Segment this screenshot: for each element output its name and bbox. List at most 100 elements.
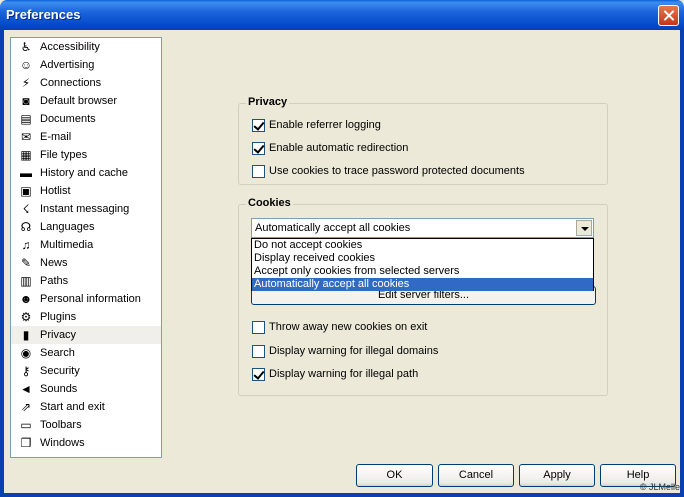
- copyright-text: © JLMelle: [639, 482, 680, 492]
- sidebar-item-e-mail[interactable]: ✉ E-mail: [11, 128, 161, 146]
- cookie-policy-value: Automatically accept all cookies: [255, 222, 411, 234]
- dropdown-option[interactable]: Accept only cookies from selected server…: [252, 265, 593, 278]
- cookies-group-title: Cookies: [246, 197, 293, 209]
- sidebar-item-label: Paths: [40, 275, 69, 287]
- apply-button[interactable]: Apply: [519, 464, 595, 487]
- cookie-policy-select[interactable]: Automatically accept all cookies: [251, 218, 594, 238]
- sidebar-item-hotlist[interactable]: ▣ Hotlist: [11, 182, 161, 200]
- sidebar-item-windows[interactable]: ❐ Windows: [11, 434, 161, 452]
- illegal-path-checkbox[interactable]: [252, 368, 265, 381]
- dropdown-option[interactable]: Do not accept cookies: [252, 239, 593, 252]
- languages-icon: ☊: [20, 220, 32, 234]
- sidebar-item-label: History and cache: [40, 167, 129, 179]
- file-types-icon: ▦: [20, 148, 32, 162]
- sidebar-item-label: File types: [40, 149, 88, 161]
- sidebar-item-news[interactable]: ✎ News: [11, 254, 161, 272]
- plug-icon: ⚡: [21, 76, 31, 90]
- sidebar-item-label: News: [40, 257, 68, 269]
- sidebar-item-label: Personal information: [40, 293, 141, 305]
- sidebar-item-history-and-cache[interactable]: ▬ History and cache: [11, 164, 161, 182]
- cookie-policy-dropdown[interactable]: Do not accept cookies Display received co…: [251, 238, 594, 291]
- accessibility-icon: ♿: [20, 40, 32, 54]
- speaker-icon: ◄: [20, 382, 32, 396]
- person-icon: ☻: [19, 292, 33, 306]
- news-icon: ✎: [20, 256, 32, 270]
- key-icon: ⚷: [21, 364, 31, 378]
- window-frame-left: [0, 30, 4, 497]
- window-title: Preferences: [6, 7, 81, 22]
- close-icon[interactable]: [658, 5, 679, 26]
- window-frame-right: [680, 30, 684, 497]
- plugins-icon: ⚙: [20, 310, 32, 324]
- windows-icon: ❐: [20, 436, 32, 450]
- history-icon: ▬: [20, 166, 32, 180]
- search-icon: ◉: [20, 346, 32, 360]
- sidebar-item-default-browser[interactable]: ◙ Default browser: [11, 92, 161, 110]
- trace-password-checkbox[interactable]: [252, 165, 265, 178]
- smiley-icon: ☺: [19, 58, 33, 72]
- sidebar-item-label: Privacy: [40, 329, 77, 341]
- throw-away-cookies-label[interactable]: Throw away new cookies on exit: [269, 321, 427, 333]
- sidebar-item-label: Instant messaging: [40, 203, 130, 215]
- sidebar-item-label: Search: [40, 347, 75, 359]
- sidebar-item-documents[interactable]: ▤ Documents: [11, 110, 161, 128]
- sidebar-item-label: Security: [40, 365, 80, 377]
- sidebar-item-label: Plugins: [40, 311, 77, 323]
- sidebar-item-label: Languages: [40, 221, 95, 233]
- document-icon: ▤: [20, 112, 32, 126]
- trace-password-label[interactable]: Use cookies to trace password protected …: [269, 165, 525, 177]
- sidebar-item-label: Connections: [40, 77, 102, 89]
- cancel-button[interactable]: Cancel: [438, 464, 514, 487]
- privacy-icon: ▮: [22, 328, 30, 342]
- sidebar-item-label: Toolbars: [40, 419, 82, 431]
- referrer-logging-label[interactable]: Enable referrer logging: [269, 119, 381, 131]
- sidebar-item-security[interactable]: ⚷ Security: [11, 362, 161, 380]
- sidebar-item-paths[interactable]: ▥ Paths: [11, 272, 161, 290]
- paths-icon: ▥: [20, 274, 32, 288]
- sidebar-item-file-types[interactable]: ▦ File types: [11, 146, 161, 164]
- sidebar-item-advertising[interactable]: ☺ Advertising: [11, 56, 161, 74]
- sidebar-item-label: Windows: [40, 437, 85, 449]
- sidebar-item-label: Hotlist: [40, 185, 71, 197]
- chevron-down-icon[interactable]: [576, 220, 592, 236]
- window-frame-bottom: [0, 493, 684, 497]
- sidebar-item-instant-messaging[interactable]: ☇ Instant messaging: [11, 200, 161, 218]
- hotlist-icon: ▣: [20, 184, 32, 198]
- sidebar-item-sounds[interactable]: ◄ Sounds: [11, 380, 161, 398]
- sidebar-item-languages[interactable]: ☊ Languages: [11, 218, 161, 236]
- illegal-domains-label[interactable]: Display warning for illegal domains: [269, 345, 438, 357]
- sidebar-item-multimedia[interactable]: ♫ Multimedia: [11, 236, 161, 254]
- sidebar-item-accessibility[interactable]: ♿ Accessibility: [11, 38, 161, 56]
- category-list[interactable]: ♿ Accessibility ☺ Advertising ⚡ Connections ◙ D…: [10, 37, 162, 458]
- messaging-icon: ☇: [22, 202, 30, 216]
- auto-redirect-label[interactable]: Enable automatic redirection: [269, 142, 408, 154]
- illegal-domains-checkbox[interactable]: [252, 345, 265, 358]
- sidebar-item-label: Start and exit: [40, 401, 105, 413]
- title-bar[interactable]: Preferences: [0, 0, 684, 30]
- sidebar-item-privacy[interactable]: ▮ Privacy: [11, 326, 161, 344]
- envelope-icon: ✉: [20, 130, 32, 144]
- sidebar-item-start-and-exit[interactable]: ⇗ Start and exit: [11, 398, 161, 416]
- auto-redirect-checkbox[interactable]: [252, 142, 265, 155]
- privacy-group-title: Privacy: [246, 96, 290, 108]
- sidebar-item-toolbars[interactable]: ▭ Toolbars: [11, 416, 161, 434]
- sidebar-item-personal-information[interactable]: ☻ Personal information: [11, 290, 161, 308]
- dropdown-option[interactable]: Display received cookies: [252, 252, 593, 265]
- dropdown-option[interactable]: Automatically accept all cookies: [252, 278, 593, 291]
- sidebar-item-label: Sounds: [40, 383, 78, 395]
- default-browser-icon: ◙: [22, 94, 30, 108]
- sidebar-item-search[interactable]: ◉ Search: [11, 344, 161, 362]
- throw-away-cookies-checkbox[interactable]: [252, 321, 265, 334]
- sidebar-item-label: Advertising: [40, 59, 95, 71]
- sidebar-item-connections[interactable]: ⚡ Connections: [11, 74, 161, 92]
- sidebar-item-label: Default browser: [40, 95, 118, 107]
- preferences-window: Preferences ♿ Accessibility ☺ Advertising ⚡ C…: [0, 0, 684, 497]
- referrer-logging-checkbox[interactable]: [252, 119, 265, 132]
- sidebar-item-plugins[interactable]: ⚙ Plugins: [11, 308, 161, 326]
- multimedia-icon: ♫: [21, 238, 31, 252]
- ok-button[interactable]: OK: [356, 464, 433, 487]
- illegal-path-label[interactable]: Display warning for illegal path: [269, 368, 418, 380]
- sidebar-item-label: Documents: [40, 113, 96, 125]
- sidebar-item-label: E-mail: [40, 131, 72, 143]
- sidebar-item-label: Accessibility: [40, 41, 100, 53]
